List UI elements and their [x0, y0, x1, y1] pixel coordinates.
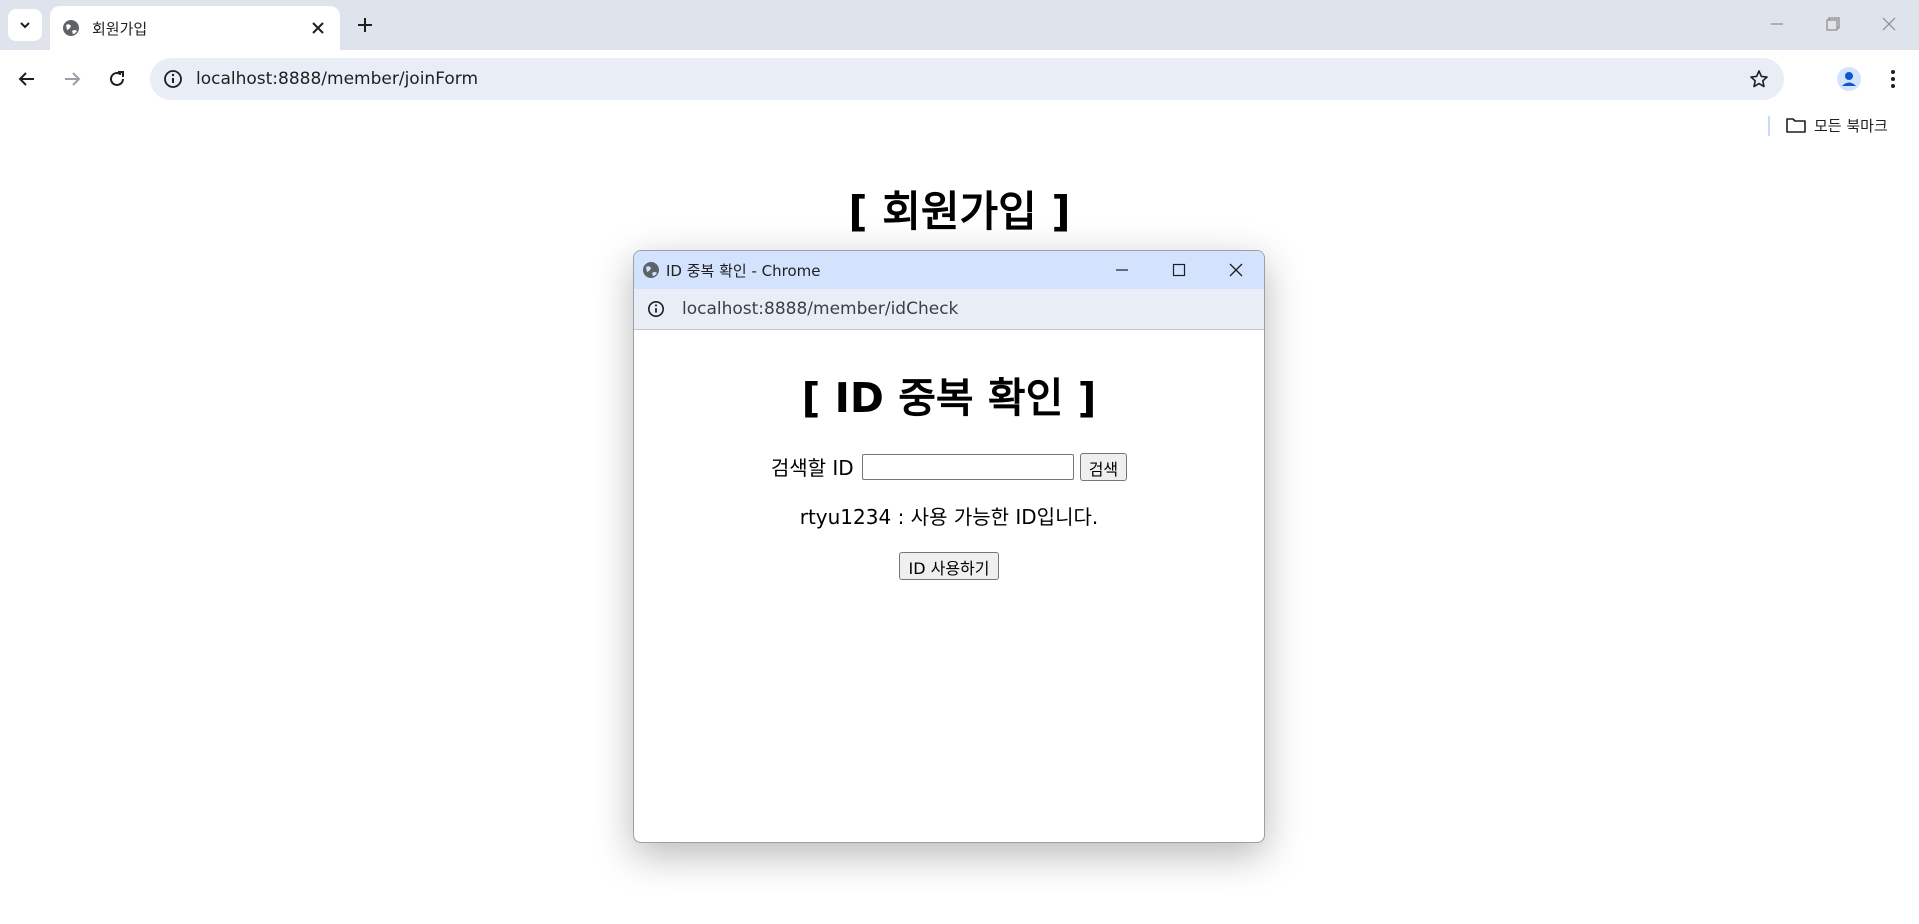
back-icon[interactable]: [10, 62, 44, 96]
toolbar: localhost:8888/member/joinForm: [0, 50, 1919, 108]
result-message: : 사용 가능한 ID입니다.: [891, 505, 1099, 529]
more-icon[interactable]: [1876, 62, 1910, 96]
close-icon[interactable]: [1208, 254, 1264, 286]
popup-heading: [ ID 중복 확인 ]: [801, 374, 1097, 422]
forward-icon[interactable]: [55, 62, 89, 96]
use-id-row: ID 사용하기: [634, 552, 1264, 580]
popup-url-text: localhost:8888/member/idCheck: [682, 299, 959, 319]
search-id-label: 검색할 ID: [770, 456, 854, 480]
profile-icon[interactable]: [1832, 62, 1866, 96]
restore-icon[interactable]: [1810, 8, 1856, 40]
tab-active[interactable]: 회원가입: [50, 6, 340, 50]
id-search-row: 검색할 ID 검색: [634, 452, 1264, 481]
page-title: [ 회원가입 ]: [848, 187, 1071, 236]
reload-icon[interactable]: [100, 62, 134, 96]
plus-icon[interactable]: [352, 12, 378, 38]
use-id-button[interactable]: ID 사용하기: [899, 552, 999, 580]
globe-icon: [642, 261, 660, 279]
tab-search-button[interactable]: [8, 9, 42, 41]
result-id: rtyu1234: [799, 505, 892, 529]
id-check-popup-window: ID 중복 확인 - Chrome localhost:8888/member/…: [633, 250, 1265, 843]
id-check-result: rtyu1234 : 사용 가능한 ID입니다.: [634, 501, 1264, 530]
info-icon[interactable]: [162, 68, 184, 90]
url-text[interactable]: localhost:8888/member/joinForm: [196, 69, 1742, 89]
globe-icon: [62, 19, 80, 37]
search-id-input[interactable]: [861, 453, 1074, 480]
search-button[interactable]: 검색: [1079, 452, 1128, 481]
window-close-icon[interactable]: [1866, 8, 1912, 40]
folder-icon: [1786, 118, 1806, 133]
maximize-icon[interactable]: [1151, 254, 1207, 286]
chevron-down-icon: [20, 22, 30, 29]
info-icon[interactable]: [646, 299, 666, 319]
popup-content: [ ID 중복 확인 ] 검색할 ID 검색 rtyu1234 : 사용 가능한…: [634, 364, 1264, 580]
popup-titlebar[interactable]: ID 중복 확인 - Chrome: [634, 251, 1264, 289]
address-bar[interactable]: localhost:8888/member/joinForm: [150, 58, 1784, 100]
all-bookmarks-button[interactable]: 모든 북마크: [1786, 112, 1888, 138]
popup-address-bar: localhost:8888/member/idCheck: [634, 289, 1264, 330]
all-bookmarks-label: 모든 북마크: [1814, 116, 1888, 135]
bookmarks-separator: [1768, 116, 1770, 136]
bookmarks-bar: 모든 북마크: [0, 108, 1919, 140]
minimize-icon[interactable]: [1754, 8, 1800, 40]
popup-window-title: ID 중복 확인 - Chrome: [666, 261, 821, 280]
tab-title: 회원가입: [92, 19, 148, 38]
tab-strip: 회원가입: [0, 0, 1919, 50]
minimize-icon[interactable]: [1094, 254, 1150, 286]
close-icon[interactable]: [308, 18, 328, 38]
star-icon[interactable]: [1742, 62, 1776, 96]
